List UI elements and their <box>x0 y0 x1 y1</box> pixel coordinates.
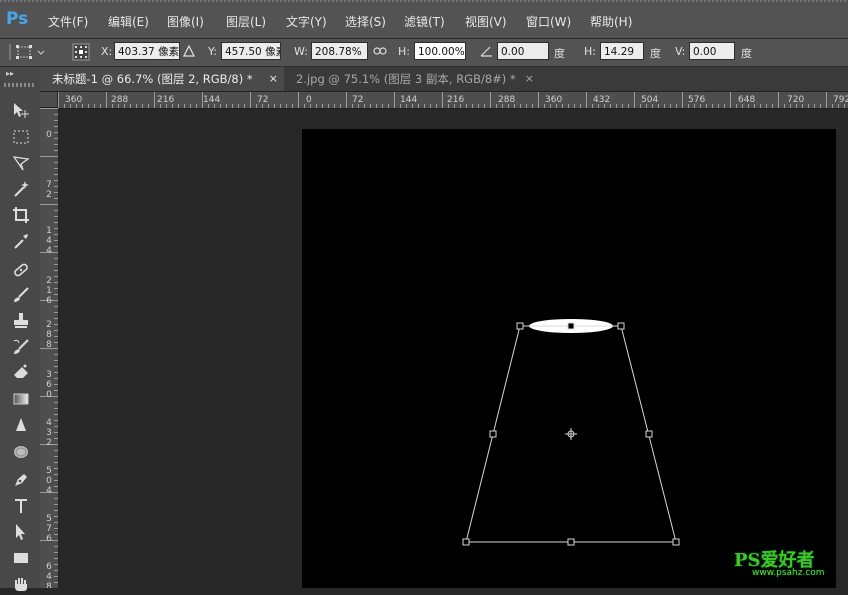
transform-handle-middle-right[interactable] <box>645 430 653 438</box>
transform-handle-bottom-right[interactable] <box>672 538 680 546</box>
watermark-url: www.psahz.com <box>752 568 825 578</box>
transform-handle-middle-left[interactable] <box>489 430 497 438</box>
transform-handle-bottom-middle[interactable] <box>567 538 575 546</box>
reference-point-crosshair-icon[interactable] <box>565 428 577 440</box>
watermark-logo: PS爱好者 www.psahz.com <box>734 546 825 578</box>
transform-handle-top-left[interactable] <box>516 322 524 330</box>
transform-handle-top-right[interactable] <box>617 322 625 330</box>
transform-handle-bottom-left[interactable] <box>462 538 470 546</box>
free-transform-overlay <box>462 319 680 546</box>
transform-handle-top-middle[interactable] <box>567 322 575 330</box>
